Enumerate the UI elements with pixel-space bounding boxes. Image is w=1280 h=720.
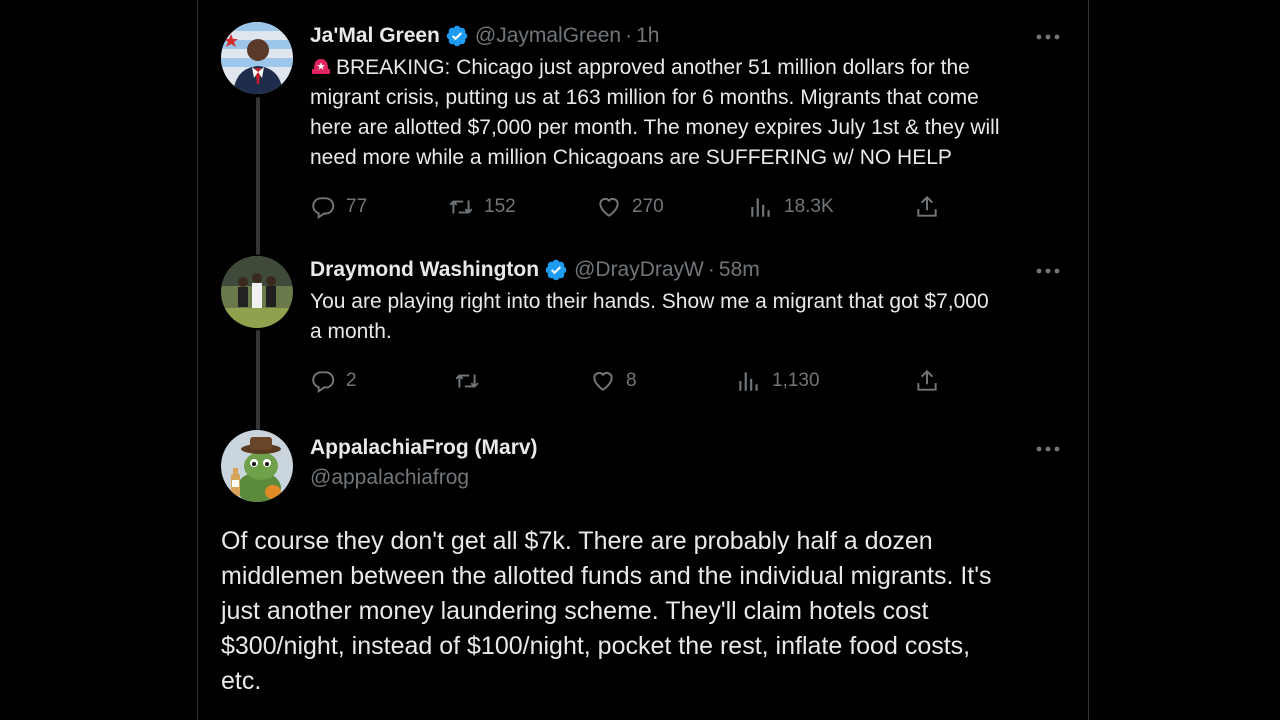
timestamp[interactable]: 1h [636,22,659,50]
more-horizontal-icon[interactable] [1034,439,1062,459]
separator: · [625,24,633,47]
retweet-count: 152 [484,196,516,217]
like-icon [599,197,619,217]
tweet-text-line: You are playing right into their hands. … [310,290,989,313]
like-icon [593,371,613,391]
view-count: 1,130 [772,370,820,391]
retweet-button[interactable]: 152 [448,194,516,220]
share-button[interactable] [914,368,950,394]
tweet-text-segment: BREAKING: Chicago just approved another … [336,56,970,79]
retweet-button[interactable] [454,368,490,394]
share-icon [917,369,937,391]
verified-badge-icon [545,259,567,281]
like-count: 270 [632,196,664,217]
tweet-header: AppalachiaFrog (Marv) [310,434,538,462]
tweet-text-line: need more while a million Chicagoans are… [310,146,952,169]
handle[interactable]: @DrayDrayW [574,256,704,284]
tweet-handle-row: @appalachiafrog [310,464,469,492]
avatar[interactable] [221,430,293,502]
tweet-text: Of course they don't get all $7k. There … [221,524,1071,699]
tweet-text: BREAKING: Chicago just approved another … [310,53,1070,173]
reply-count: 77 [346,196,368,217]
views-icon [739,372,758,391]
handle[interactable]: @appalachiafrog [310,464,469,492]
avatar[interactable] [221,22,293,94]
view-count: 18.3K [784,196,834,217]
avatar[interactable] [221,256,293,328]
reply-button[interactable]: 77 [310,194,367,220]
reply-count: 2 [346,370,357,391]
separator: · [707,258,715,281]
like-count: 8 [626,370,637,391]
tweet-text-line: BREAKING: Chicago just approved another … [310,53,1070,83]
tweet-text-line: middlemen between the allotted funds and… [221,562,992,590]
like-button[interactable]: 270 [596,194,664,220]
tweet-text-line: a month. [310,320,392,343]
display-name[interactable]: Ja'Mal Green [310,22,440,50]
like-button[interactable]: 8 [590,368,637,394]
verified-badge-icon [446,25,468,47]
more-horizontal-icon[interactable] [1034,27,1062,47]
share-button[interactable] [914,194,950,220]
thread-line [256,330,260,430]
thread-line [256,97,260,255]
tweet-text: You are playing right into their hands. … [310,287,1070,347]
tweet-text-line: migrant crisis, putting us at 163 millio… [310,86,979,109]
retweet-icon [455,374,479,388]
tweet-text-line: $300/night, instead of $100/night, pocke… [221,632,971,660]
tweet-text-line: Of course they don't get all $7k. There … [221,527,933,555]
timestamp[interactable]: 58m [719,256,760,284]
tweet-header: Ja'Mal Green @JaymalGreen · 1h [310,22,659,50]
reply-button[interactable]: 2 [310,368,357,394]
tweet-text-line: just another money laundering scheme. Th… [221,597,929,625]
reply-icon [312,197,335,220]
tweet-text-line: here are allotted $7,000 per month. The … [310,116,1000,139]
views-icon [751,198,770,217]
display-name[interactable]: AppalachiaFrog (Marv) [310,434,538,462]
more-horizontal-icon[interactable] [1034,261,1062,281]
share-icon [917,195,937,217]
handle[interactable]: @JaymalGreen [475,22,621,50]
tweet-header: Draymond Washington @DrayDrayW · 58m [310,256,760,284]
views-button[interactable]: 18.3K [748,194,834,220]
tweet-text-line: etc. [221,667,262,695]
retweet-icon [449,200,473,214]
display-name[interactable]: Draymond Washington [310,256,539,284]
siren-emoji-icon [312,59,330,74]
views-button[interactable]: 1,130 [736,368,820,394]
reply-icon [312,371,335,394]
